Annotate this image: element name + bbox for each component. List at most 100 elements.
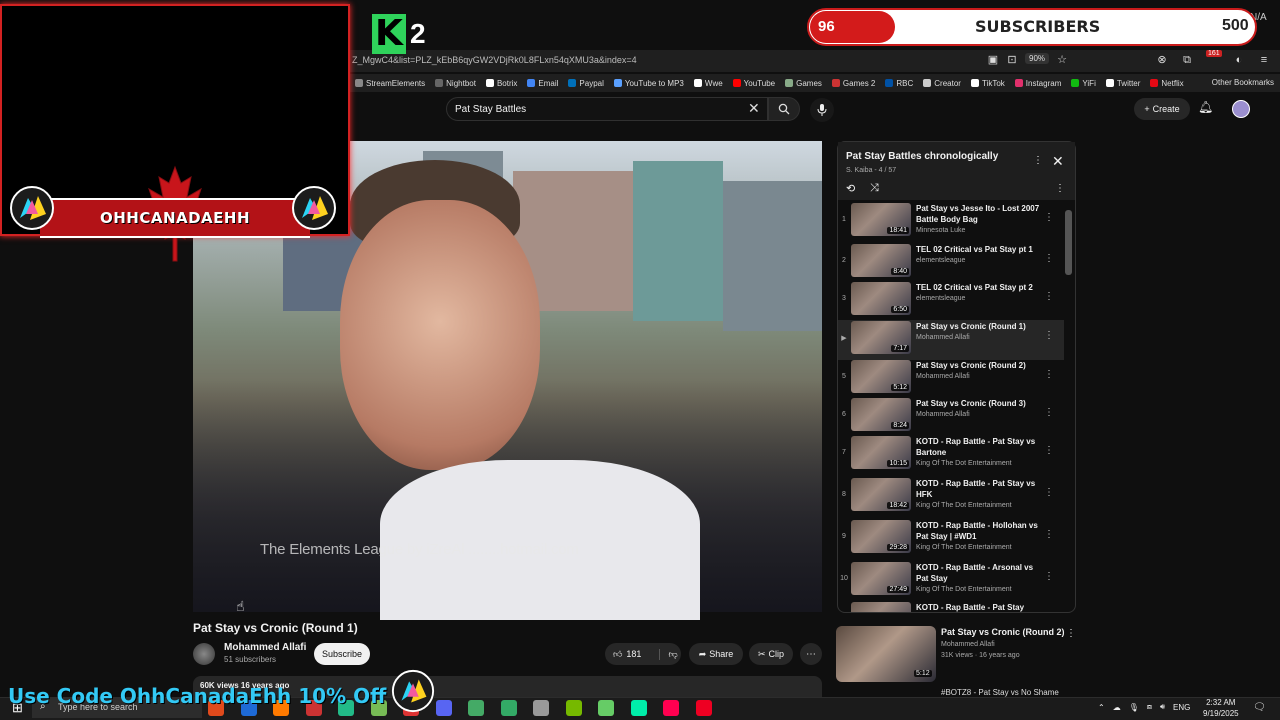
playlist-item-thumbnail[interactable]: 7:17 bbox=[851, 321, 911, 354]
channel-name[interactable]: Mohammed Allafi bbox=[224, 642, 306, 653]
bookmark-item[interactable]: TikTok bbox=[966, 74, 1010, 92]
create-button[interactable]: + Create bbox=[1134, 98, 1190, 120]
clock[interactable]: 2:32 AM 9/19/2025 bbox=[1203, 697, 1239, 719]
bookmark-item[interactable]: Instagram bbox=[1010, 74, 1067, 92]
account-avatar[interactable] bbox=[1232, 100, 1250, 118]
playlist-item-menu-icon[interactable]: ⋮ bbox=[1044, 291, 1054, 302]
notification-center-icon[interactable]: 🗨︎ bbox=[1253, 702, 1266, 713]
playlist-item-menu-icon[interactable]: ⋮ bbox=[1044, 253, 1054, 264]
playlist-item-menu-icon[interactable]: ⋮ bbox=[1044, 407, 1054, 418]
playlist-item-title[interactable]: KOTD - Rap Battle - Hollohan vs Pat Stay… bbox=[916, 520, 1046, 542]
playlist-item[interactable]: 8 18:42 KOTD - Rap Battle - Pat Stay vs HF… bbox=[838, 477, 1064, 517]
playlist-item-menu-icon[interactable]: ⋮ bbox=[1044, 571, 1054, 582]
cloud-icon[interactable]: ☁ bbox=[1113, 703, 1121, 712]
recommended-channel[interactable]: Mohammed Allafi bbox=[941, 641, 995, 648]
playlist-item-menu-icon[interactable]: ⋮ bbox=[1044, 529, 1054, 540]
playlist-item-menu-icon[interactable]: ⋮ bbox=[1044, 330, 1054, 341]
clip-button[interactable]: ✂ Clip bbox=[749, 643, 793, 665]
bookmark-item[interactable]: StreamElements bbox=[350, 74, 430, 92]
playlist-item[interactable]: 2 8:40 TEL 02 Critical vs Pat Stay pt 1 ele… bbox=[838, 243, 1064, 283]
bookmark-item[interactable]: Games 2 bbox=[827, 74, 880, 92]
tray-chevron-icon[interactable]: ⌃ bbox=[1098, 703, 1105, 712]
playlist-item-thumbnail[interactable]: 5:12 bbox=[851, 360, 911, 393]
volume-icon[interactable]: 🔊︎ bbox=[1160, 702, 1165, 712]
bookmark-item[interactable]: RBC bbox=[880, 74, 918, 92]
taskbar-app-icon[interactable] bbox=[435, 700, 452, 716]
playlist-item-title[interactable]: TEL 02 Critical vs Pat Stay pt 2 bbox=[916, 282, 1046, 293]
network-icon[interactable]: ⧈ bbox=[1147, 702, 1152, 712]
microphone-icon[interactable]: 🎙︎ bbox=[1129, 703, 1139, 712]
playlist-item-menu-icon[interactable]: ⋮ bbox=[1044, 212, 1054, 223]
playlist-item-title[interactable]: Pat Stay vs Jesse Ito - Lost 2007 Battle… bbox=[916, 203, 1046, 225]
playlist-item-thumbnail[interactable]: 6:50 bbox=[851, 282, 911, 315]
shuffle-icon[interactable]: ⤨ bbox=[870, 182, 879, 195]
clear-search-icon[interactable]: ✕ bbox=[748, 100, 760, 117]
bookmark-item[interactable]: Wwe bbox=[689, 74, 728, 92]
playlist-options-icon[interactable]: ⋮ bbox=[1055, 183, 1065, 194]
bookmark-item[interactable]: Email bbox=[522, 74, 563, 92]
recommended-title[interactable]: Pat Stay vs Cronic (Round 2) bbox=[941, 627, 1065, 637]
playlist-item-thumbnail[interactable]: 8:24 bbox=[851, 398, 911, 431]
thumbs-down-icon[interactable]: 👎︎ bbox=[659, 648, 678, 660]
taskbar-app-icon[interactable] bbox=[500, 700, 517, 716]
playlist-item[interactable]: 3 6:50 TEL 02 Critical vs Pat Stay pt 2 ele… bbox=[838, 281, 1064, 321]
playlist-item-thumbnail[interactable]: 18:42 bbox=[851, 478, 911, 511]
bookmark-item[interactable]: Botrix bbox=[481, 74, 522, 92]
playlist-item-thumbnail[interactable]: 8:40 bbox=[851, 244, 911, 277]
playlist-item[interactable]: 5 5:12 Pat Stay vs Cronic (Round 2) Mohamme… bbox=[838, 359, 1064, 399]
taskbar-app-icon[interactable] bbox=[695, 700, 712, 716]
other-bookmarks[interactable]: Other Bookmarks bbox=[1212, 78, 1274, 87]
notifications-bell-icon[interactable]: 🔔︎ bbox=[1198, 100, 1213, 114]
taskbar-app-icon[interactable] bbox=[533, 700, 549, 716]
playlist-item-title[interactable]: KOTD - Rap Battle - Pat Stay bbox=[916, 602, 1046, 612]
puzzle-icon[interactable]: ⧉ bbox=[1180, 53, 1194, 67]
like-button[interactable]: 👍︎ 181 👎︎ bbox=[605, 643, 681, 665]
menu-icon[interactable]: ≡ bbox=[1257, 53, 1271, 67]
taskbar-app-icon[interactable] bbox=[468, 700, 484, 716]
playlist-item-menu-icon[interactable]: ⋮ bbox=[1044, 369, 1054, 380]
bookmark-item[interactable]: YouTube bbox=[728, 74, 780, 92]
loop-icon[interactable]: ⟲ bbox=[846, 182, 855, 195]
playlist-scrollbar[interactable] bbox=[1065, 210, 1072, 275]
taskbar-app-icon[interactable] bbox=[598, 700, 614, 716]
playlist-item-title[interactable]: KOTD - Rap Battle - Arsonal vs Pat Stay bbox=[916, 562, 1046, 584]
channel-avatar[interactable] bbox=[193, 643, 215, 665]
profile-icon[interactable]: ◐ bbox=[1232, 53, 1246, 67]
taskbar-app-icon[interactable] bbox=[565, 700, 582, 716]
playlist-item-title[interactable]: KOTD - Rap Battle - Pat Stay vs HFK bbox=[916, 478, 1046, 500]
search-input-value[interactable]: Pat Stay Battles bbox=[455, 104, 526, 115]
playlist-title[interactable]: Pat Stay Battles chronologically bbox=[846, 151, 998, 162]
close-playlist-icon[interactable]: ✕ bbox=[1052, 153, 1064, 170]
bookmark-item[interactable]: YiFi bbox=[1066, 74, 1100, 92]
taskbar-app-icon[interactable] bbox=[663, 700, 679, 716]
playlist-item[interactable]: 9 29:28 KOTD - Rap Battle - Hollohan vs Pa… bbox=[838, 519, 1064, 559]
playlist-item-menu-icon[interactable]: ⋮ bbox=[1044, 445, 1054, 456]
bookmark-item[interactable]: Games bbox=[780, 74, 827, 92]
playlist-item-thumbnail[interactable]: 29:28 bbox=[851, 520, 911, 553]
playlist-item-title[interactable]: TEL 02 Critical vs Pat Stay pt 1 bbox=[916, 244, 1046, 255]
playlist-item-title[interactable]: Pat Stay vs Cronic (Round 3) bbox=[916, 398, 1046, 409]
bookmark-item[interactable]: YouTube to MP3 bbox=[609, 74, 689, 92]
playlist-item-title[interactable]: KOTD - Rap Battle - Pat Stay vs Bartone bbox=[916, 436, 1046, 458]
bookmark-item[interactable]: Paypal bbox=[563, 74, 608, 92]
bookmark-item[interactable]: Netflix bbox=[1145, 74, 1188, 92]
url-text[interactable]: Z_MgwC4&list=PLZ_kEbB6qyGW2VDjRk0L8FLxn5… bbox=[352, 55, 637, 65]
playlist-item-thumbnail[interactable]: 10:15 bbox=[851, 436, 911, 469]
zoom-indicator[interactable]: 90% bbox=[1025, 53, 1050, 64]
playlist-item-title[interactable]: Pat Stay vs Cronic (Round 2) bbox=[916, 360, 1046, 371]
playlist-item[interactable]: 10 27:49 KOTD - Rap Battle - Arsonal vs Pa… bbox=[838, 561, 1064, 601]
playlist-item-thumbnail[interactable]: 18:41 bbox=[851, 203, 911, 236]
recommended-menu-icon[interactable]: ⋮ bbox=[1066, 628, 1076, 639]
voice-search-button[interactable] bbox=[810, 98, 834, 122]
language-indicator[interactable]: ENG bbox=[1173, 703, 1190, 712]
bookmark-star-icon[interactable]: ☆ bbox=[1055, 53, 1069, 67]
bookmark-item[interactable]: Creator bbox=[918, 74, 966, 92]
subscribe-button[interactable]: Subscribe bbox=[314, 643, 370, 665]
playlist-item[interactable]: ▶ 7:17 Pat Stay vs Cronic (Round 1) Mohamme… bbox=[838, 320, 1064, 360]
extension-icon[interactable]: ⊗ bbox=[1155, 53, 1169, 67]
search-button[interactable] bbox=[768, 97, 800, 121]
install-icon[interactable]: ⊡ bbox=[1005, 53, 1019, 67]
playlist-item-thumbnail[interactable] bbox=[851, 602, 911, 612]
share-button[interactable]: ➦ Share bbox=[689, 643, 743, 665]
playlist-item-title[interactable]: Pat Stay vs Cronic (Round 1) bbox=[916, 321, 1046, 332]
